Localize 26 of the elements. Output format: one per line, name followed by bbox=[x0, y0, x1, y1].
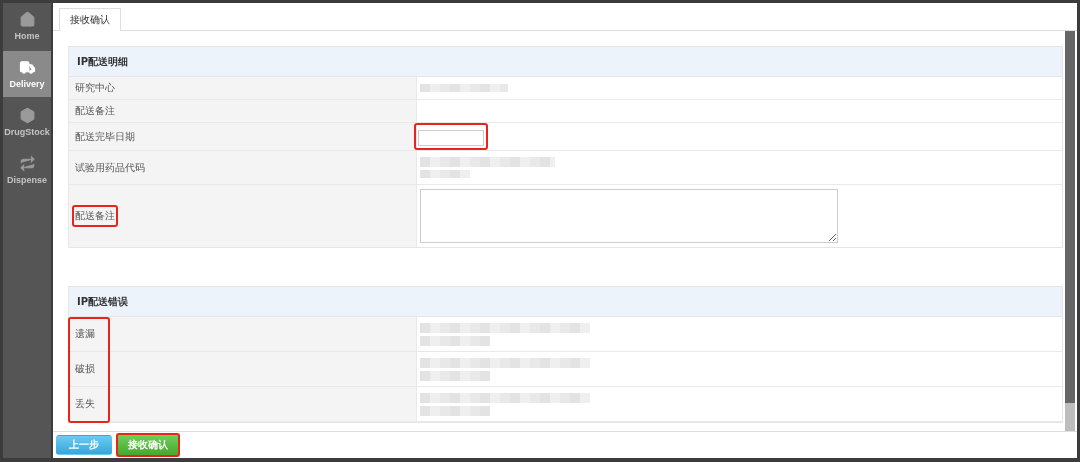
tab[interactable]: 接收确认 bbox=[59, 8, 121, 31]
section-title: IP配送错误 bbox=[69, 287, 1062, 317]
field-label: 丢失 bbox=[74, 397, 96, 411]
field-label: 配送备注 bbox=[72, 205, 118, 227]
repeat-icon bbox=[18, 155, 36, 172]
field-label: 试验用药品代码 bbox=[74, 160, 146, 175]
field-label: 遗漏 bbox=[74, 327, 96, 341]
truck-icon bbox=[18, 59, 36, 76]
field-label: 破损 bbox=[74, 362, 96, 376]
sidebar-item[interactable]: DrugStock bbox=[3, 99, 51, 145]
sidebar-label: Home bbox=[14, 31, 40, 41]
confirm-button[interactable]: 接收确认 bbox=[116, 433, 180, 457]
sidebar-label: DrugStock bbox=[4, 127, 50, 137]
scrollbar[interactable] bbox=[1065, 31, 1075, 431]
back-button[interactable]: 上一步 bbox=[56, 435, 112, 455]
sidebar-label: Delivery bbox=[9, 79, 45, 89]
section-title: IP配送明细 bbox=[69, 47, 1062, 77]
field-label: 研究中心 bbox=[74, 81, 116, 95]
sidebar-item[interactable]: Home bbox=[3, 3, 51, 49]
date-field[interactable] bbox=[418, 129, 484, 146]
sidebar-item[interactable]: Dispense bbox=[3, 147, 51, 193]
sidebar-item[interactable]: Delivery bbox=[3, 51, 51, 97]
sidebar-label: Dispense bbox=[7, 175, 47, 185]
field-label: 配送备注 bbox=[74, 104, 116, 118]
field-label: 配送完毕日期 bbox=[74, 129, 136, 144]
remarks-field[interactable] bbox=[420, 189, 838, 243]
